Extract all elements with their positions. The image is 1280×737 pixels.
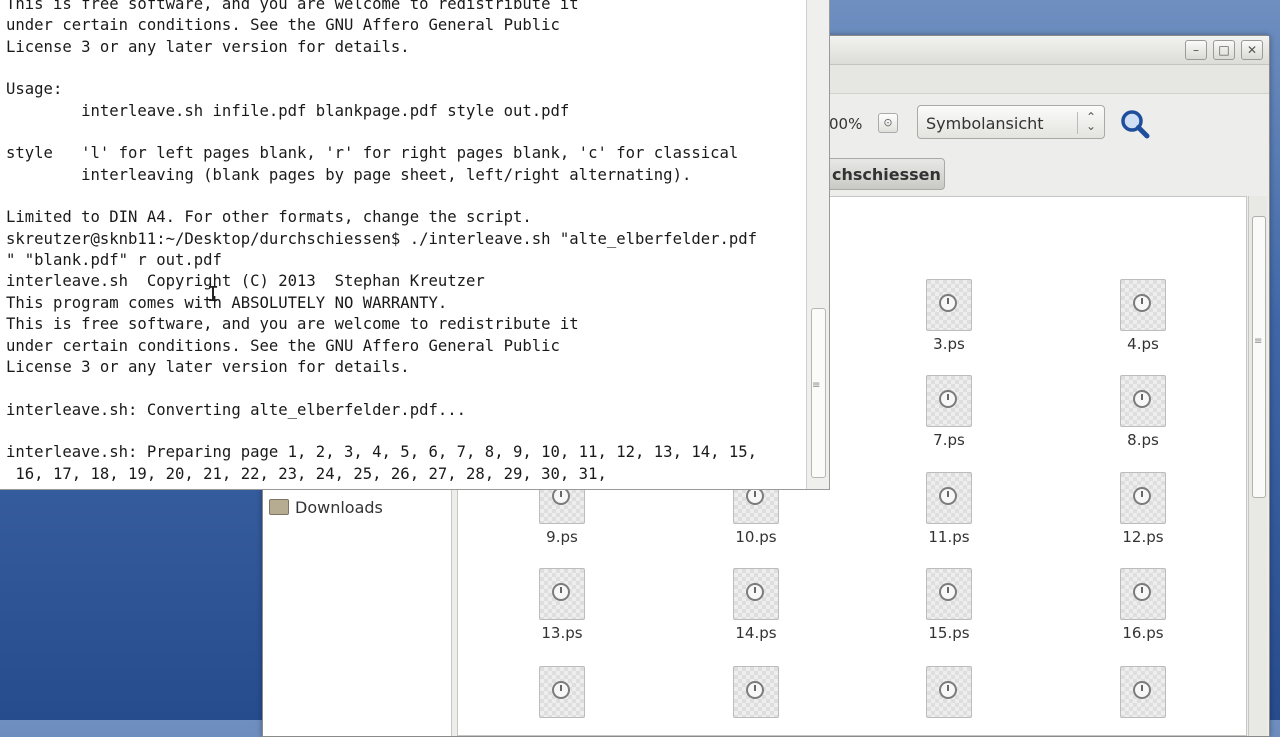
file-name: 10.ps <box>735 528 777 546</box>
file-item[interactable]: 4.ps <box>1098 279 1188 353</box>
sidebar-item-downloads[interactable]: Downloads <box>269 496 383 518</box>
file-item[interactable]: 3.ps <box>904 279 994 353</box>
postscript-file-icon <box>1120 666 1166 718</box>
postscript-file-icon <box>733 568 779 620</box>
terminal-scrollbar[interactable]: ≡ <box>806 0 829 489</box>
view-mode-value: Symbolansicht <box>926 114 1044 133</box>
postscript-file-icon <box>926 666 972 718</box>
file-name: 16.ps <box>1122 624 1164 642</box>
file-item[interactable]: 16.ps <box>1098 568 1188 642</box>
file-item[interactable]: 7.ps <box>904 375 994 449</box>
file-name: 4.ps <box>1127 335 1159 353</box>
grip-icon: ≡ <box>812 380 821 391</box>
scrollbar-thumb[interactable] <box>1252 216 1266 498</box>
search-button[interactable] <box>1119 108 1151 140</box>
close-button[interactable]: ✕ <box>1241 40 1263 60</box>
postscript-file-icon <box>926 375 972 427</box>
postscript-file-icon <box>539 666 585 718</box>
terminal-output: This is free software, and you are welco… <box>6 0 758 483</box>
postscript-file-icon <box>539 568 585 620</box>
zoom-reset-button[interactable]: ⊙ <box>878 113 898 133</box>
postscript-file-icon <box>1120 472 1166 524</box>
file-item[interactable]: 11.ps <box>904 472 994 546</box>
postscript-file-icon <box>733 666 779 718</box>
postscript-file-icon <box>1120 279 1166 331</box>
text-cursor-icon: I <box>207 282 220 306</box>
file-item[interactable] <box>711 666 801 718</box>
search-icon <box>1121 110 1150 139</box>
file-item[interactable]: 12.ps <box>1098 472 1188 546</box>
folder-icon <box>269 499 289 515</box>
file-item[interactable] <box>517 666 607 718</box>
chevron-updown-icon: ⌃ ⌄ <box>1085 110 1096 133</box>
file-item[interactable] <box>904 666 994 718</box>
file-name: 3.ps <box>933 335 965 353</box>
file-item[interactable]: 14.ps <box>711 568 801 642</box>
path-button-durchschiessen[interactable]: chschiessen <box>823 158 945 190</box>
file-name: 15.ps <box>928 624 970 642</box>
sidebar-item-label: Downloads <box>295 497 383 517</box>
scrollbar-thumb[interactable] <box>811 308 826 478</box>
file-view-scrollbar[interactable]: ≡ <box>1248 196 1267 736</box>
maximize-button[interactable]: □ <box>1213 40 1235 60</box>
grip-icon: ≡ <box>1254 336 1263 347</box>
zoom-level: 00% <box>829 115 863 133</box>
postscript-file-icon <box>1120 568 1166 620</box>
terminal-window[interactable]: This is free software, and you are welco… <box>0 0 830 490</box>
file-item[interactable]: 8.ps <box>1098 375 1188 449</box>
file-name: 7.ps <box>933 431 965 449</box>
file-item[interactable]: 15.ps <box>904 568 994 642</box>
file-name: 11.ps <box>928 528 970 546</box>
file-name: 9.ps <box>546 528 578 546</box>
view-mode-select[interactable]: Symbolansicht ⌃ ⌄ <box>917 105 1105 139</box>
postscript-file-icon <box>926 568 972 620</box>
postscript-file-icon <box>926 279 972 331</box>
file-name: 12.ps <box>1122 528 1164 546</box>
file-name: 13.ps <box>541 624 583 642</box>
file-name: 14.ps <box>735 624 777 642</box>
file-name: 8.ps <box>1127 431 1159 449</box>
postscript-file-icon <box>926 472 972 524</box>
file-item[interactable] <box>1098 666 1188 718</box>
select-divider <box>1077 112 1078 134</box>
file-item[interactable]: 13.ps <box>517 568 607 642</box>
minimize-button[interactable]: – <box>1185 40 1207 60</box>
postscript-file-icon <box>1120 375 1166 427</box>
